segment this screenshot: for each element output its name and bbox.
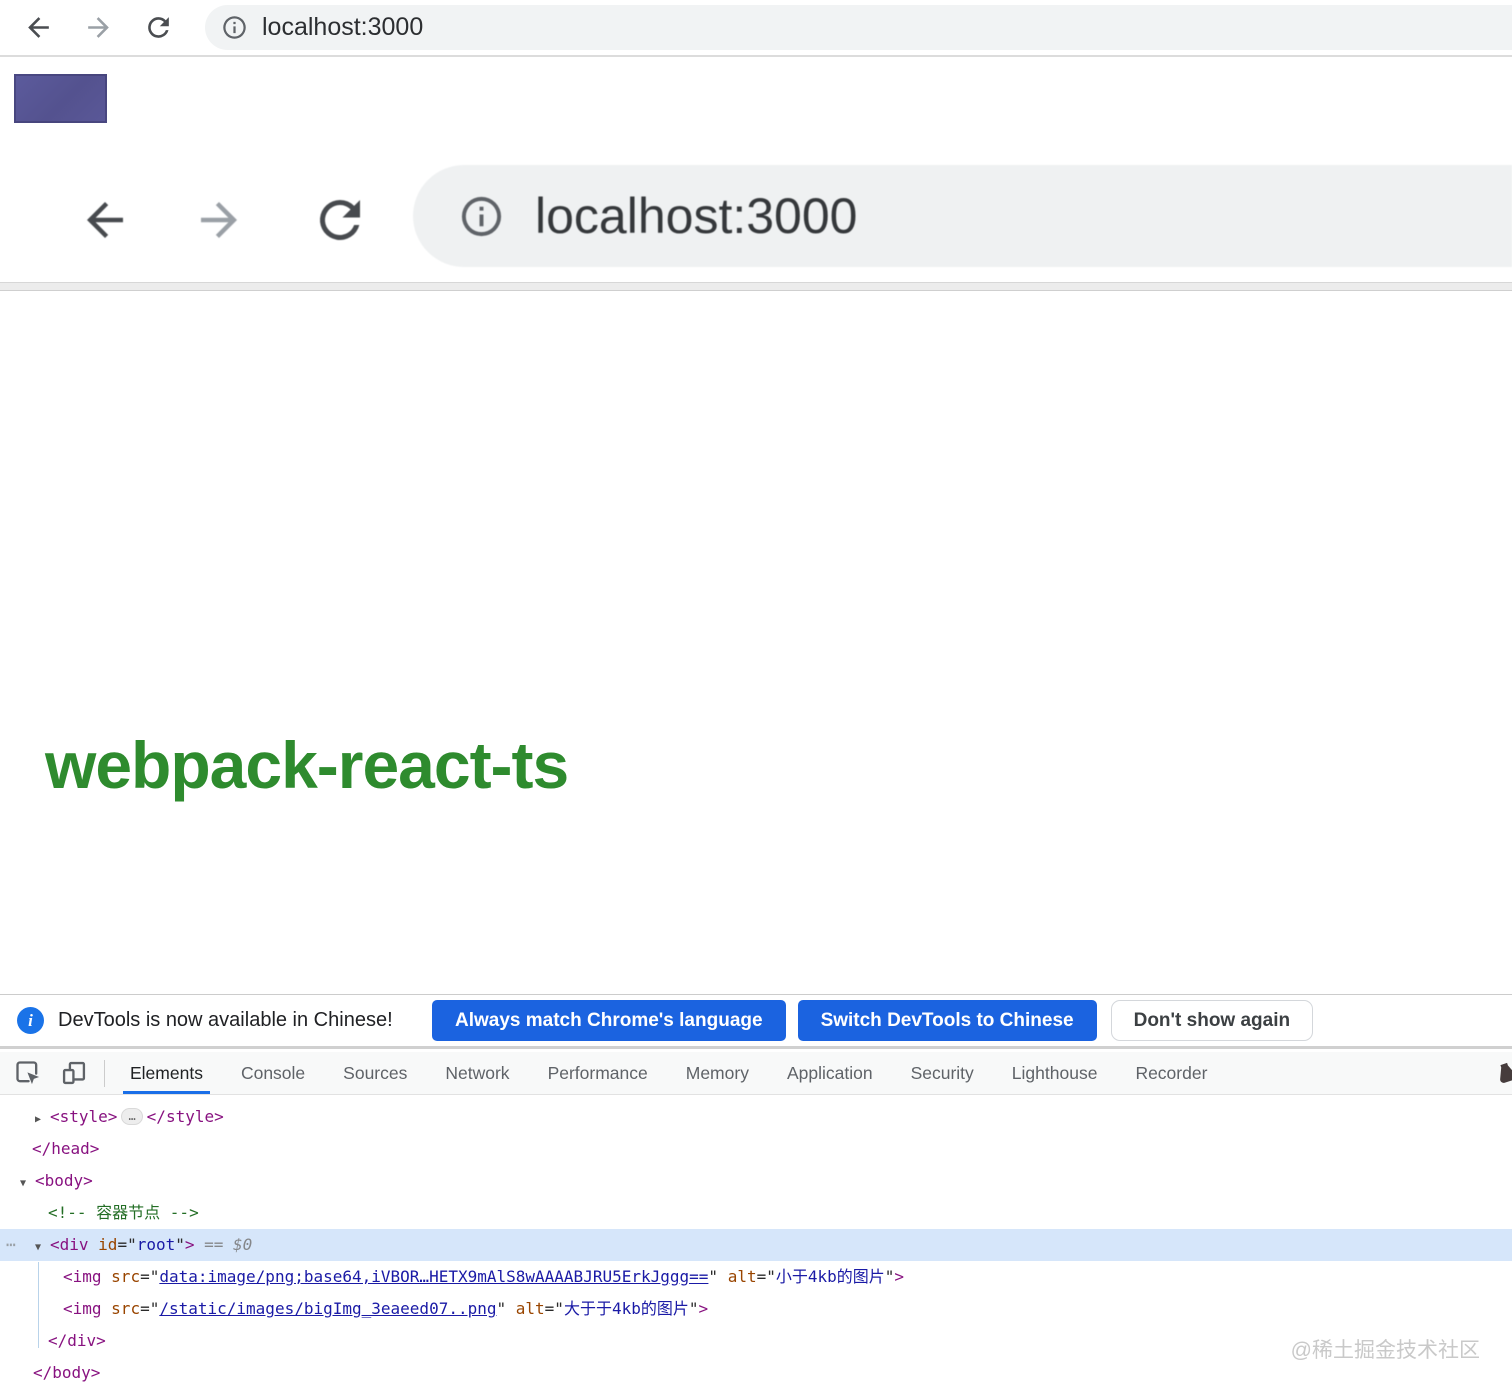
code-token: <!-- 容器节点 -->: [48, 1203, 199, 1222]
reload-icon: [147, 17, 169, 38]
code-token: ": [708, 1267, 728, 1286]
code-token: <style>: [50, 1107, 118, 1126]
url-text: localhost:3000: [262, 13, 424, 41]
code-token: alt: [515, 1299, 545, 1318]
code-token: ": [884, 1267, 895, 1286]
code-token: 大于于4kb的图片: [563, 1299, 689, 1318]
expand-toggle-icon[interactable]: ▶: [35, 1104, 50, 1136]
code-token: $0: [233, 1235, 253, 1254]
tab-performance[interactable]: Performance: [529, 1052, 667, 1094]
code-token: …: [121, 1108, 143, 1125]
tab-network[interactable]: Network: [426, 1052, 528, 1094]
code-token: root: [136, 1235, 176, 1254]
switch-devtools-chinese-button[interactable]: Switch DevTools to Chinese: [797, 1000, 1097, 1041]
dom-tree-row[interactable]: ▶ <style>… </style>: [0, 1101, 1512, 1133]
screenshot-url-text: localhost:3000: [535, 188, 858, 244]
code-token: >: [698, 1299, 709, 1318]
dom-tree-row[interactable]: <img src="data:image/png;base64,iVBOR…HE…: [0, 1261, 1512, 1293]
dom-tree-row[interactable]: ▼ <body>: [0, 1165, 1512, 1197]
toggle-device-toolbar-icon[interactable]: [58, 1057, 90, 1089]
forward-button[interactable]: [80, 10, 116, 46]
dom-tree-row[interactable]: <!-- 容器节点 -->: [0, 1197, 1512, 1229]
tab-security[interactable]: Security: [892, 1052, 993, 1094]
tab-console[interactable]: Console: [222, 1052, 324, 1094]
screenshot-reload-icon: [310, 190, 370, 255]
tab-recorder[interactable]: Recorder: [1116, 1052, 1226, 1094]
more-actions-icon[interactable]: ⋯: [6, 1229, 17, 1261]
screenshot-info-icon: [458, 193, 505, 240]
screenshot-toolbar: localhost:3000: [0, 157, 1512, 291]
dom-tree-row-selected[interactable]: ⋯ ▼ <div id="root"> == $0: [0, 1229, 1512, 1261]
small-inline-image: [14, 74, 107, 123]
dom-tree-row[interactable]: </head>: [0, 1133, 1512, 1165]
tab-elements[interactable]: Elements: [111, 1052, 222, 1094]
arrow-forward-icon: [87, 17, 109, 38]
code-token: src: [111, 1299, 141, 1318]
code-token: =": [140, 1267, 160, 1286]
code-token: =": [117, 1235, 137, 1254]
code-token: alt: [727, 1267, 757, 1286]
code-token: </style>: [146, 1107, 224, 1126]
code-token: =": [544, 1299, 564, 1318]
dom-tree-row[interactable]: </div>: [0, 1325, 1512, 1357]
tab-memory[interactable]: Memory: [667, 1052, 768, 1094]
code-token: </div>: [48, 1331, 106, 1350]
expand-toggle-icon[interactable]: ▼: [35, 1232, 50, 1264]
devtools-tabs: Elements Console Sources Network Performance…: [111, 1052, 1226, 1094]
big-screenshot-image: localhost:3000: [0, 157, 1512, 291]
watermark: @稀土掘金技术社区: [1290, 1339, 1480, 1362]
screenshot-forward-icon: [192, 193, 246, 252]
dom-tree-row[interactable]: </body>: [0, 1357, 1512, 1389]
tab-lighthouse[interactable]: Lighthouse: [993, 1052, 1117, 1094]
resource-link[interactable]: /static/images/bigImg_3eaeed07..png: [159, 1299, 496, 1318]
devtools-tabbar: Elements Console Sources Network Performance…: [0, 1052, 1512, 1095]
infobar-message: DevTools is now available in Chinese!: [58, 1009, 393, 1031]
dont-show-again-button[interactable]: Don't show again: [1110, 1000, 1314, 1041]
code-token: >: [184, 1235, 195, 1254]
always-match-language-button[interactable]: Always match Chrome's language: [432, 1000, 786, 1041]
reload-button[interactable]: [140, 10, 176, 46]
screenshot-address-bar: localhost:3000: [413, 165, 1512, 267]
code-token: <body>: [35, 1171, 93, 1190]
elements-panel: ▶ <style>… </style> </head> ▼ <body> <!-- 容器节点…: [0, 1096, 1512, 1390]
code-token: <img: [63, 1267, 102, 1286]
code-token: <div: [50, 1235, 89, 1254]
resource-link[interactable]: data:image/png;base64,iVBOR…HETX9mAlS8wA…: [159, 1267, 708, 1286]
tab-application[interactable]: Application: [768, 1052, 892, 1094]
page-heading: webpack-react-ts: [45, 728, 569, 802]
experiment-flask-icon: [1489, 1056, 1512, 1091]
back-button[interactable]: [20, 10, 56, 46]
screenshot-back-icon: [78, 193, 132, 252]
info-icon: [223, 16, 246, 39]
code-token: src: [111, 1267, 141, 1286]
arrow-back-icon: [27, 17, 49, 38]
tab-sources[interactable]: Sources: [324, 1052, 426, 1094]
code-token: =": [756, 1267, 776, 1286]
code-token: 小于4kb的图片: [775, 1267, 885, 1286]
dom-tree-row[interactable]: <img src="/static/images/bigImg_3eaeed07…: [0, 1293, 1512, 1325]
code-token: <img: [63, 1299, 102, 1318]
code-token: =": [140, 1299, 160, 1318]
code-token: >: [894, 1267, 905, 1286]
expand-toggle-icon[interactable]: ▼: [20, 1168, 35, 1200]
browser-toolbar: localhost:3000: [0, 0, 1512, 57]
code-token: ==: [194, 1235, 234, 1254]
address-bar[interactable]: localhost:3000: [205, 5, 1512, 50]
code-token: </body>: [33, 1363, 101, 1382]
browser-window: localhost:3000 localhost:3000 webpack-re: [0, 0, 1512, 1390]
inspect-element-icon[interactable]: [12, 1057, 44, 1089]
code-token: ": [175, 1235, 185, 1254]
info-badge-icon: i: [17, 1007, 44, 1034]
toolbar-divider: [104, 1059, 105, 1087]
code-token: id: [98, 1235, 118, 1254]
site-info-icon[interactable]: [221, 14, 248, 41]
code-token: </head>: [32, 1139, 100, 1158]
code-token: ": [496, 1299, 516, 1318]
screenshot-divider: [0, 282, 1512, 291]
devtools-infobar: i DevTools is now available in Chinese! …: [0, 994, 1512, 1049]
